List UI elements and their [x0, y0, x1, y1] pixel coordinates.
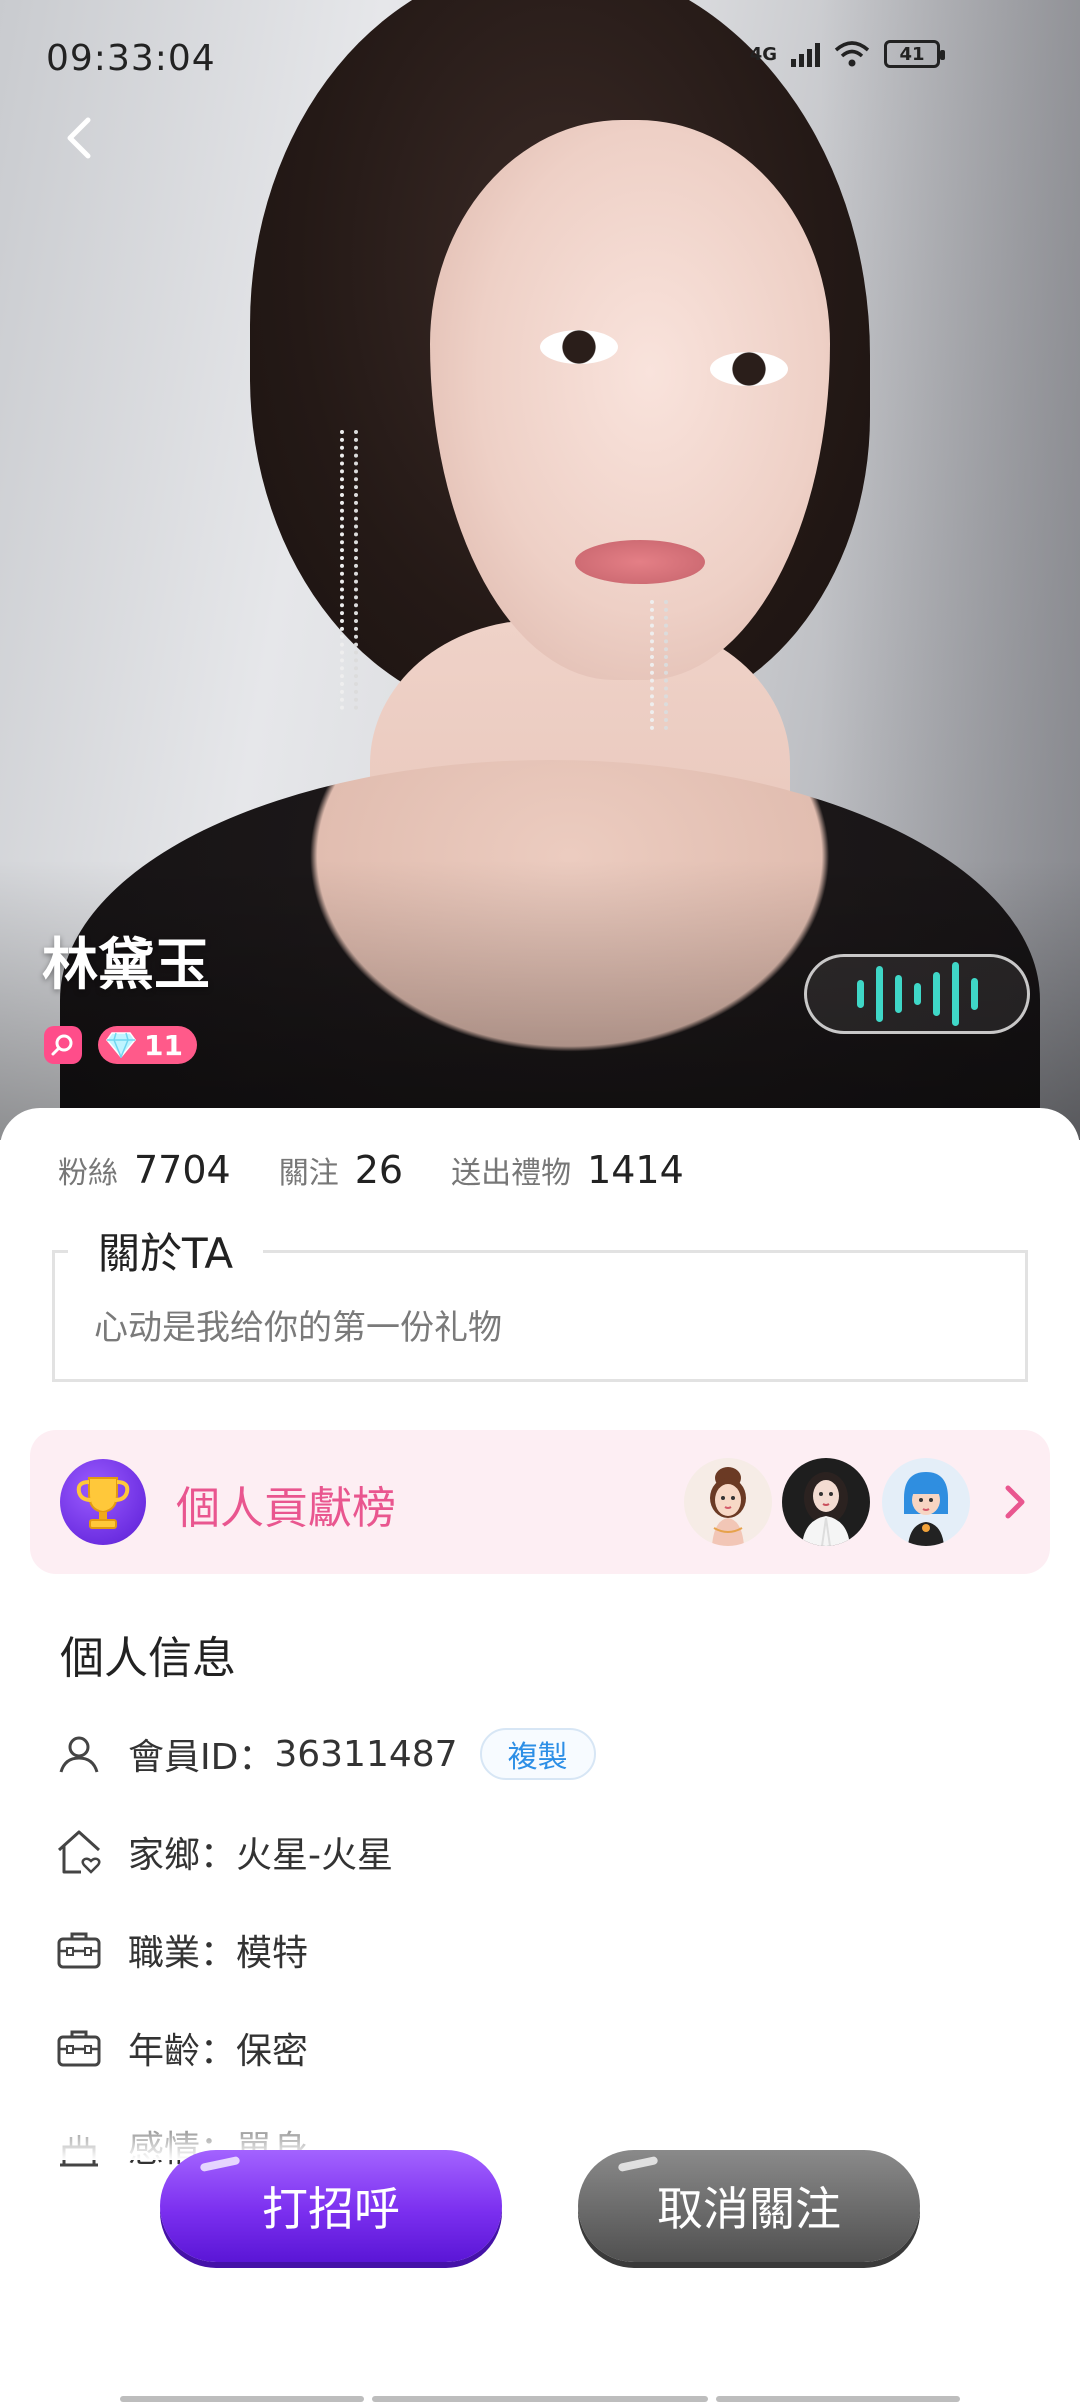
button-gloss: [199, 2155, 241, 2173]
hometown-value: 火星-火星: [236, 1835, 394, 1876]
unfollow-button-label: 取消關注: [657, 2182, 841, 2236]
stat-label: 粉絲: [58, 1156, 118, 1191]
about-title: 關於TA: [68, 1220, 264, 1281]
stat-label: 關注: [278, 1156, 339, 1191]
level-value: 11: [144, 1028, 183, 1062]
nav-bar-segment[interactable]: [120, 2396, 364, 2402]
info-row-age: 年齡： 保密: [54, 2022, 308, 2074]
stat-label: 送出禮物: [451, 1156, 572, 1191]
profile-name: 林黛玉: [42, 933, 210, 998]
wifi-icon: [834, 41, 870, 67]
battery-icon: 41: [884, 40, 945, 68]
status-icons: 4G 41: [749, 40, 945, 68]
greet-button-label: 打招呼: [262, 2182, 400, 2236]
photo-earring-right: [650, 600, 668, 730]
stat-value: 1414: [587, 1148, 684, 1192]
scroll-fade: [0, 2100, 1080, 2160]
photo-earring-left: [340, 430, 358, 710]
photo-eye-left: [540, 330, 618, 364]
copy-button[interactable]: 複製: [479, 1728, 596, 1780]
job-label: 職業：: [128, 1933, 237, 1974]
info-row-member-id: 會員ID： 36311487 複製: [54, 1728, 596, 1780]
info-row-job: 職業： 模特: [54, 1924, 308, 1976]
contributor-avatar[interactable]: [782, 1458, 870, 1546]
battery-level: 41: [899, 43, 925, 65]
briefcase-icon: [54, 1925, 104, 1975]
job-value: 模特: [236, 1933, 309, 1974]
signal-icon: [791, 41, 820, 67]
member-id-label: 會員ID：: [128, 1737, 275, 1778]
greet-button[interactable]: 打招呼: [160, 2150, 502, 2262]
nav-bar-segment[interactable]: [716, 2396, 960, 2402]
chevron-right-icon[interactable]: [996, 1478, 1036, 1526]
personal-info-title: 個人信息: [60, 1633, 236, 1684]
user-icon: [54, 1729, 104, 1779]
voice-intro-button[interactable]: [804, 954, 1030, 1034]
age-value: 保密: [236, 2031, 309, 2072]
back-icon[interactable]: [56, 112, 108, 164]
home-heart-icon: [54, 1827, 104, 1877]
about-text: 心动是我给你的第一份礼物: [94, 1308, 502, 1348]
stat-gifts-sent[interactable]: 送出禮物 1414: [451, 1148, 684, 1192]
info-row-hometown: 家鄉： 火星-火星: [54, 1826, 393, 1878]
status-time: 09:33:04: [46, 38, 216, 79]
hometown-label: 家鄉：: [128, 1835, 237, 1876]
age-label: 年齡：: [128, 2031, 237, 2072]
trophy-icon: [60, 1459, 146, 1545]
unfollow-button[interactable]: 取消關注: [578, 2150, 920, 2262]
photo-eye-right: [710, 352, 788, 386]
nav-bar-segment[interactable]: [372, 2396, 708, 2402]
level-badge: 11: [98, 1026, 197, 1064]
photo-lips: [575, 540, 705, 584]
stat-fans[interactable]: 粉絲 7704: [58, 1148, 231, 1192]
button-gloss: [617, 2155, 659, 2173]
member-id-value: 36311487: [274, 1733, 458, 1775]
diamond-icon: [106, 1032, 136, 1058]
stat-value: 7704: [134, 1148, 231, 1192]
stat-value: 26: [354, 1148, 404, 1192]
briefcase-icon: [54, 2023, 104, 2073]
stats-row: 粉絲 7704 關注 26 送出禮物 1414: [58, 1148, 732, 1192]
stat-following[interactable]: 關注 26: [279, 1148, 403, 1192]
network-type: 4G: [749, 43, 777, 65]
contributor-avatar[interactable]: [684, 1458, 772, 1546]
contributor-avatar[interactable]: [882, 1458, 970, 1546]
search-badge-icon: [44, 1026, 82, 1064]
ranking-title: 個人貢獻榜: [176, 1483, 396, 1534]
